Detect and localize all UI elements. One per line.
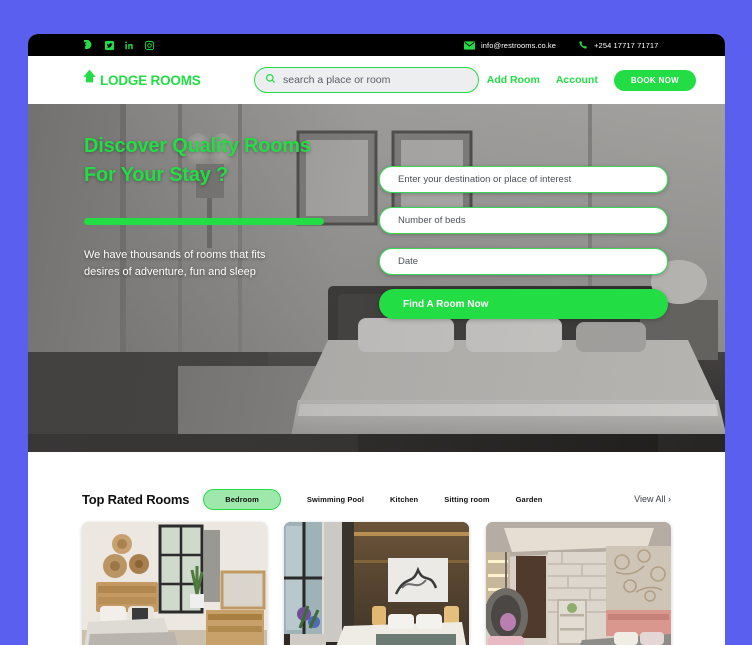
- tab-bedroom[interactable]: Bedroom: [203, 488, 281, 510]
- search-input[interactable]: search a place or room: [254, 67, 479, 93]
- date-field[interactable]: Date: [379, 248, 668, 275]
- social-links: [84, 39, 155, 51]
- date-placeholder: Date: [398, 256, 419, 267]
- search-placeholder: search a place or room: [283, 74, 391, 86]
- hero-subtitle: We have thousands of rooms that fits des…: [84, 247, 374, 281]
- brand-logo[interactable]: LODGE ROOMS: [82, 69, 201, 91]
- room-card-pink-bedroom[interactable]: [486, 522, 671, 645]
- phone-contact[interactable]: +254 17717 71717: [578, 40, 658, 50]
- phone-icon: [578, 40, 588, 50]
- hero-heading: Discover Quality Rooms For Your Stay ?: [84, 132, 374, 190]
- tab-garden[interactable]: Garden: [516, 495, 543, 504]
- find-room-button[interactable]: Find A Room Now: [379, 289, 668, 319]
- top-rated-rooms-section: Top Rated Rooms Bedroom Swimming Pool Ki…: [28, 452, 725, 645]
- email-text: info@restrooms.co.ke: [481, 40, 557, 50]
- view-all-link[interactable]: View All ›: [634, 494, 671, 504]
- contact-info: info@restrooms.co.ke +254 17717 71717: [464, 40, 658, 50]
- rooms-header: Top Rated Rooms Bedroom Swimming Pool Ki…: [28, 488, 725, 510]
- room-card-bright-bedroom[interactable]: [82, 522, 267, 645]
- hero-subtitle-line-1: We have thousands of rooms that fits: [84, 249, 266, 261]
- tab-swimming-pool[interactable]: Swimming Pool: [307, 495, 364, 504]
- nav-link-account[interactable]: Account: [556, 74, 598, 86]
- beds-field[interactable]: Number of beds: [379, 207, 668, 234]
- nav-link-add-room[interactable]: Add Room: [487, 74, 540, 86]
- site-frame: info@restrooms.co.ke +254 17717 71717 LO…: [28, 34, 725, 645]
- twitter-icon[interactable]: [104, 40, 115, 51]
- brand-name: LODGE ROOMS: [100, 72, 201, 88]
- linkedin-icon[interactable]: [124, 40, 135, 51]
- search-icon: [265, 71, 276, 89]
- email-contact[interactable]: info@restrooms.co.ke: [464, 41, 556, 50]
- hero-heading-line-1: Discover Quality Rooms: [84, 135, 311, 157]
- section-title: Top Rated Rooms: [82, 491, 190, 507]
- nav-actions: Add Room Account BOOK NOW: [487, 69, 696, 91]
- room-card-list: [28, 510, 725, 645]
- hero-divider: [84, 218, 324, 225]
- hero-subtitle-line-2: desires of adventure, fun and sleep: [84, 266, 256, 279]
- category-tabs: Bedroom Swimming Pool Kitchen Sitting ro…: [203, 488, 543, 510]
- tree-logo-icon: [82, 69, 97, 91]
- book-now-button[interactable]: BOOK NOW: [613, 69, 696, 91]
- envelope-icon: [464, 40, 475, 50]
- room-card-modern-suite[interactable]: [284, 522, 469, 645]
- facebook-icon[interactable]: [84, 39, 95, 51]
- hero-heading-line-2: For Your Stay ?: [84, 164, 229, 186]
- top-contact-bar: info@restrooms.co.ke +254 17717 71717: [28, 34, 725, 56]
- phone-text: +254 17717 71717: [594, 40, 659, 50]
- room-search-form: Enter your destination or place of inter…: [379, 166, 668, 319]
- tab-kitchen[interactable]: Kitchen: [390, 495, 418, 504]
- beds-placeholder: Number of beds: [398, 215, 466, 226]
- tab-sitting-room[interactable]: Sitting room: [444, 495, 489, 504]
- main-navigation: LODGE ROOMS search a place or room Add R…: [28, 56, 725, 104]
- instagram-icon[interactable]: [144, 40, 155, 51]
- hero-copy: Discover Quality Rooms For Your Stay ? W…: [84, 132, 374, 281]
- hero-section: Discover Quality Rooms For Your Stay ? W…: [28, 104, 725, 452]
- destination-placeholder: Enter your destination or place of inter…: [398, 174, 572, 185]
- destination-field[interactable]: Enter your destination or place of inter…: [379, 166, 668, 193]
